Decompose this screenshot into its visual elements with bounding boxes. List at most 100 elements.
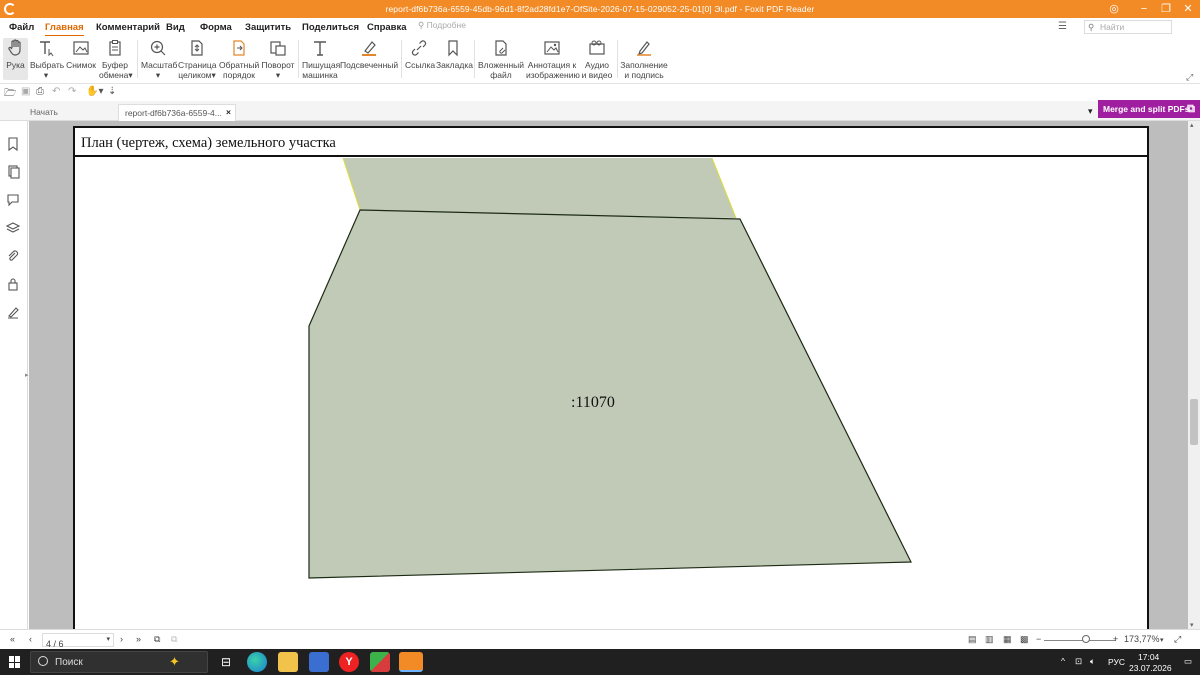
hand-tool-button[interactable]: Рука xyxy=(3,38,28,80)
undo-icon[interactable]: ↶ xyxy=(52,86,60,97)
single-page-view-icon[interactable]: ▤ xyxy=(968,634,977,645)
ribbon-label-2: и видео xyxy=(581,70,613,80)
network-icon[interactable]: ⊡ xyxy=(1075,656,1082,667)
snapshot-button[interactable]: Снимок xyxy=(66,38,96,70)
scroll-thumb[interactable] xyxy=(1190,399,1198,445)
continuous-view-icon[interactable]: ▥ xyxy=(985,634,994,645)
bookmark-button[interactable]: Закладка xyxy=(436,38,473,70)
bookmarks-panel-icon[interactable] xyxy=(6,137,20,151)
menu-share[interactable]: Поделиться xyxy=(302,22,359,33)
menu-protect[interactable]: Защитить xyxy=(245,22,291,33)
tab-list-dropdown-icon[interactable]: ▾ xyxy=(1088,106,1093,117)
zoom-out-icon[interactable]: − xyxy=(1036,634,1041,644)
pages-panel-icon[interactable] xyxy=(6,165,20,179)
comments-panel-icon[interactable] xyxy=(6,193,20,207)
hand-mode-icon[interactable]: ✋▾ xyxy=(86,86,103,97)
ribbon-label: Закладка xyxy=(436,60,473,70)
select-tool-button[interactable]: Выбрать ▾ xyxy=(30,38,64,80)
taskbar-search[interactable]: Поиск ✦ xyxy=(30,651,208,673)
windows-start-icon[interactable] xyxy=(9,656,21,668)
redo-icon[interactable]: ↷ xyxy=(68,86,76,97)
menu-view[interactable]: Вид xyxy=(166,22,185,33)
save-icon[interactable]: ▣ xyxy=(21,86,30,97)
typewriter-button[interactable]: Пишущая машинка xyxy=(302,38,340,80)
fill-sign-icon xyxy=(637,41,651,56)
zoom-slider-knob[interactable] xyxy=(1082,635,1090,643)
print-icon[interactable]: ⎙ xyxy=(36,86,44,97)
ribbon-separator xyxy=(298,40,299,78)
reverse-order-button[interactable]: Обратный порядок xyxy=(219,38,259,80)
zoom-button[interactable]: Масштаб ▾ xyxy=(141,38,177,80)
task-view-icon[interactable]: ⊟ xyxy=(216,652,236,672)
merge-split-pdfs-button[interactable]: Merge and split PDFs ⧉ xyxy=(1098,100,1200,118)
first-page-icon[interactable]: « xyxy=(10,634,15,644)
tab-start[interactable]: Начать xyxy=(24,104,64,121)
vertical-scrollbar[interactable]: ▴ ▾ xyxy=(1188,121,1200,629)
fit-page-button[interactable]: Страница целиком▾ xyxy=(178,38,217,80)
edge-browser-icon[interactable] xyxy=(247,652,267,672)
find-input[interactable]: ⚲ Найти xyxy=(1084,20,1172,34)
ribbon-label-2: порядок xyxy=(223,70,255,80)
pinned-app-icon[interactable] xyxy=(370,652,390,672)
tab-document[interactable]: report-df6b736a-6559-4... × xyxy=(118,104,236,121)
zoom-in-icon[interactable]: + xyxy=(1113,634,1118,644)
dropdown-arrow-icon: ▾ xyxy=(155,70,161,80)
layers-panel-icon[interactable] xyxy=(6,221,20,235)
zoom-level[interactable]: 173,77% xyxy=(1124,634,1160,644)
facing-view-icon[interactable]: ▦ xyxy=(1003,634,1012,645)
section-title: План (чертеж, схема) земельного участка xyxy=(81,135,336,151)
image-annotation-button[interactable]: Аннотация к изображению xyxy=(526,38,580,80)
scroll-up-icon[interactable]: ▴ xyxy=(1190,121,1194,129)
customize-toolbar-icon[interactable]: ⇣ xyxy=(108,86,116,97)
notifications-icon[interactable]: ▭ xyxy=(1184,656,1192,667)
scroll-down-icon[interactable]: ▾ xyxy=(1190,621,1194,629)
continuous-facing-view-icon[interactable]: ▩ xyxy=(1020,634,1029,645)
attachments-panel-icon[interactable] xyxy=(6,249,20,263)
account-icon[interactable]: ◎ xyxy=(1107,2,1121,16)
extract-page-icon[interactable]: ⧉ xyxy=(171,634,177,645)
zoom-dropdown-icon[interactable]: ▾ xyxy=(1160,636,1164,644)
rotate-button[interactable]: Поворот ▾ xyxy=(261,38,295,80)
tell-me-search[interactable]: ⚲ Подробне xyxy=(418,20,472,34)
link-button[interactable]: Ссылка xyxy=(405,38,435,70)
maximize-button[interactable]: ❐ xyxy=(1159,2,1173,16)
close-tab-icon[interactable]: × xyxy=(226,107,231,117)
page-number-field[interactable]: 4 / 6 ▾ xyxy=(42,633,114,649)
expand-panel-icon[interactable]: ▸ xyxy=(25,371,29,379)
menu-comment[interactable]: Комментарий xyxy=(96,22,160,33)
previous-page-icon[interactable]: ‹ xyxy=(29,634,32,644)
clock-date[interactable]: 23.07.2026 xyxy=(1129,663,1172,673)
next-page-icon[interactable]: › xyxy=(120,634,123,644)
menu-form[interactable]: Форма xyxy=(200,22,232,33)
signature-panel-icon[interactable] xyxy=(6,305,20,319)
clipboard-button[interactable]: Буфер обмена▾ xyxy=(99,38,133,80)
clock-time[interactable]: 17:04 xyxy=(1138,652,1159,662)
split-view-icon[interactable]: ⧉ xyxy=(154,634,160,645)
layout-options-icon[interactable]: ☰ xyxy=(1058,21,1067,32)
volume-icon[interactable]: 🔈︎ xyxy=(1090,656,1095,667)
yandex-browser-icon[interactable]: Y xyxy=(339,652,359,672)
document-viewport[interactable]: План (чертеж, схема) земельного участка … xyxy=(29,121,1188,629)
document-tab-bar: Начать report-df6b736a-6559-4... × ▾ xyxy=(0,101,1200,121)
land-plot-drawing xyxy=(308,157,912,579)
fill-sign-button[interactable]: Заполнение и подпись xyxy=(620,38,668,80)
foxit-reader-taskbar-icon[interactable] xyxy=(399,652,423,672)
minimize-button[interactable]: − xyxy=(1137,2,1151,16)
microsoft-store-icon[interactable] xyxy=(309,652,329,672)
file-explorer-icon[interactable] xyxy=(278,652,298,672)
tray-overflow-icon[interactable]: ^ xyxy=(1061,656,1065,666)
audio-video-button[interactable]: Аудио и видео xyxy=(580,38,614,80)
fullscreen-icon[interactable]: ⤢ xyxy=(1174,634,1181,645)
image-annotation-icon xyxy=(544,41,560,55)
security-panel-icon[interactable] xyxy=(6,277,20,291)
menu-file[interactable]: Файл xyxy=(9,22,34,33)
zoom-slider-track[interactable] xyxy=(1044,640,1116,641)
last-page-icon[interactable]: » xyxy=(136,634,141,644)
attach-file-button[interactable]: Вложенный файл xyxy=(478,38,524,80)
menu-help[interactable]: Справка xyxy=(367,22,407,33)
close-button[interactable]: ✕ xyxy=(1181,2,1195,16)
ribbon-expand-icon[interactable]: ⤢ xyxy=(1186,72,1193,83)
highlight-button[interactable]: Подсвеченный xyxy=(340,38,398,70)
input-language[interactable]: РУС xyxy=(1108,657,1125,667)
menu-home[interactable]: Главная xyxy=(45,22,84,37)
